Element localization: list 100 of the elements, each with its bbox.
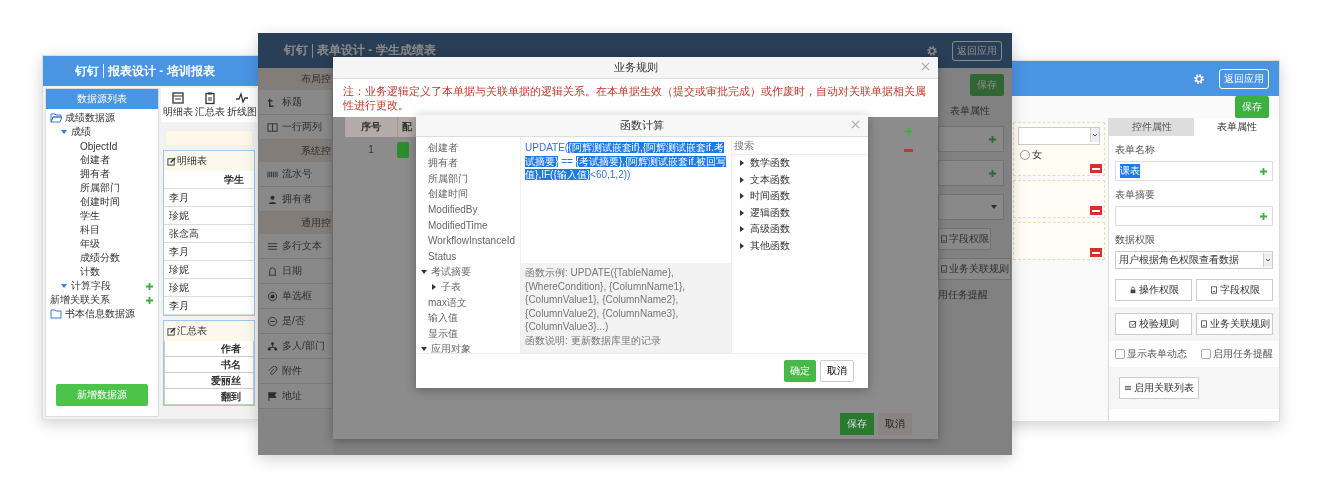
plus-icon[interactable] <box>1259 166 1268 176</box>
permission-select[interactable]: 用户根据角色权限查看数据 <box>1115 251 1273 269</box>
checkbox[interactable] <box>1115 349 1125 359</box>
field-item[interactable]: 所属部门 <box>80 181 120 195</box>
palette-item[interactable]: 标题 <box>258 90 333 115</box>
caret-icon[interactable] <box>430 283 438 292</box>
function-category[interactable]: 数学函数 <box>750 156 790 171</box>
form-control-block[interactable] <box>1013 222 1105 260</box>
palette-item[interactable]: 一行两列 <box>258 115 333 140</box>
palette-item[interactable]: 多人/部门 <box>258 334 333 359</box>
return-button[interactable]: 返回应用 <box>952 40 1002 61</box>
table-cell: 作者 <box>164 341 254 357</box>
permission-button[interactable]: 字段权限 <box>938 228 991 250</box>
palette-item[interactable]: 流水号 <box>258 162 333 187</box>
table-icon <box>171 91 185 105</box>
close-icon[interactable] <box>851 120 860 129</box>
field-item[interactable]: max语文 <box>428 295 467 310</box>
form-control-block[interactable]: 女 <box>1013 122 1105 176</box>
rule-button[interactable]: 业务关联规则 <box>938 258 1011 280</box>
dropdown-arrow-icon[interactable] <box>991 204 997 210</box>
remove-icon[interactable] <box>1090 164 1102 173</box>
field-item[interactable]: ObjectId <box>80 140 118 152</box>
palette-item[interactable]: 是/否 <box>258 309 333 334</box>
function-category[interactable]: 其他函数 <box>750 238 790 253</box>
field-item[interactable]: 子表 <box>441 280 461 295</box>
permission-button[interactable]: 操作权限 <box>1115 279 1192 301</box>
add-relation-link[interactable]: 新增关联关系 <box>50 293 110 307</box>
field-item[interactable]: 计数 <box>80 265 100 279</box>
radio-icon <box>267 290 278 302</box>
field-label: 表单名称 <box>1115 143 1156 157</box>
tab[interactable]: 表单属性 <box>938 104 1012 118</box>
field-item[interactable]: 所属部门 <box>428 171 468 186</box>
field-item[interactable]: 拥有者 <box>80 167 110 181</box>
toolbar-button[interactable]: 汇总表 <box>195 91 225 119</box>
palette-item[interactable]: 多行文本 <box>258 234 333 259</box>
tab[interactable]: 控件属性 <box>1109 118 1194 136</box>
function-category[interactable]: 高级函数 <box>750 222 790 237</box>
field-item[interactable]: ModifiedTime <box>428 219 488 231</box>
field-item[interactable]: 年级 <box>80 237 100 251</box>
settings-icon[interactable] <box>926 44 938 57</box>
toolbar-button[interactable]: 折线图 <box>227 91 257 119</box>
add-icon[interactable] <box>145 281 154 291</box>
palette-item[interactable]: 附件 <box>258 359 333 384</box>
input-field[interactable]: 课表 <box>1115 161 1273 181</box>
rule-button[interactable]: 校验规则 <box>1115 313 1192 335</box>
save-button[interactable]: 保存 <box>840 413 874 435</box>
data-source-item[interactable]: 书本信息数据源 <box>65 307 135 321</box>
rule-button[interactable]: 业务关联规则 <box>1196 313 1273 335</box>
field-item[interactable]: 输入值 <box>428 311 458 326</box>
field-item[interactable]: 显示值 <box>428 326 458 341</box>
field-item[interactable]: 科目 <box>80 223 100 237</box>
field-item[interactable]: 拥有者 <box>428 156 458 171</box>
field-item[interactable]: 创建时间 <box>428 187 468 202</box>
tree-group-label[interactable]: 成绩 <box>71 125 91 139</box>
form-control-block[interactable] <box>1013 180 1105 218</box>
toolbar-button[interactable]: 明细表 <box>163 91 193 119</box>
plus-icon[interactable] <box>1259 211 1268 221</box>
palette-section-header: 布局控 <box>258 68 333 90</box>
palette-item[interactable]: 地址 <box>258 384 333 409</box>
field-item[interactable]: 创建者 <box>428 140 458 155</box>
input-field[interactable] <box>938 160 1004 186</box>
field-item[interactable]: ModifiedBy <box>428 204 478 216</box>
field-item[interactable]: 考试摘要 <box>431 264 471 279</box>
settings-icon[interactable] <box>1193 72 1205 85</box>
remove-icon[interactable] <box>1090 206 1102 215</box>
palette-item[interactable]: 拥有者 <box>258 187 333 212</box>
field-item[interactable]: 成绩分数 <box>80 251 120 265</box>
data-source-item[interactable]: 成绩数据源 <box>65 111 115 125</box>
permission-button[interactable]: 字段权限 <box>1196 279 1273 301</box>
checkbox[interactable] <box>1201 349 1211 359</box>
field-item[interactable]: Status <box>428 250 457 262</box>
add-icon[interactable] <box>145 295 154 305</box>
cancel-button[interactable]: 取消 <box>878 413 912 435</box>
caret-icon[interactable] <box>420 267 428 276</box>
tree-group-label[interactable]: 计算字段 <box>71 279 111 293</box>
related-list-button[interactable]: 启用关联列表 <box>1119 377 1199 399</box>
select-field[interactable] <box>938 194 1004 220</box>
field-item[interactable]: WorkflowInstanceId <box>428 235 516 247</box>
function-category[interactable]: 时间函数 <box>750 189 790 204</box>
columns-icon <box>267 121 278 133</box>
function-category[interactable]: 逻辑函数 <box>750 205 790 220</box>
input-field[interactable] <box>938 126 1004 152</box>
field-item[interactable]: 创建者 <box>80 153 110 167</box>
cancel-button[interactable]: 取消 <box>820 360 854 382</box>
field-item[interactable]: 应用对象 <box>431 342 471 353</box>
remove-icon[interactable] <box>1090 248 1102 257</box>
line-chart-icon <box>235 91 249 105</box>
caret-icon[interactable] <box>420 345 428 353</box>
palette-item[interactable]: 单选框 <box>258 284 333 309</box>
select-field[interactable] <box>1018 127 1100 145</box>
palette-item[interactable]: 日期 <box>258 259 333 284</box>
field-item[interactable]: 创建时间 <box>80 195 120 209</box>
edit-icon[interactable] <box>167 326 176 336</box>
field-item[interactable]: 学生 <box>80 209 100 223</box>
column-header: 序号 <box>345 116 398 137</box>
edit-icon[interactable] <box>167 156 176 166</box>
function-category[interactable]: 文本函数 <box>750 172 790 187</box>
example-text: 函数示例: UPDATE({TableName}, {WhereCondition}, {ColumnName1}, {ColumnValue1}, {ColumnName2}, {ColumnValue2}, {ColumnName3}, {ColumnValue3}...) <box>525 266 687 334</box>
search-field[interactable]: 搜索 <box>732 137 868 155</box>
input-field[interactable] <box>1115 206 1273 226</box>
